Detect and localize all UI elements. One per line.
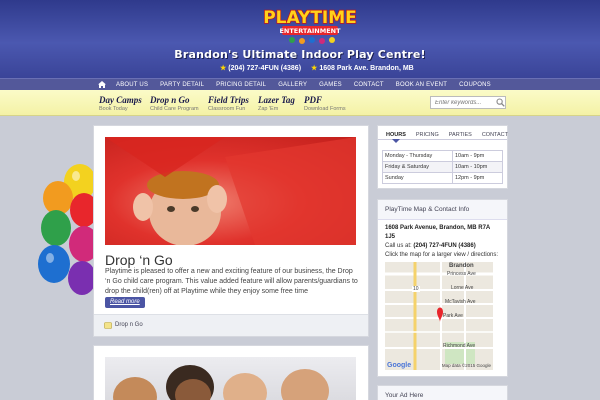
hours-widget: HOURS PRICING PARTIES CONTACT Monday - T… [377,125,508,189]
table-row: Friday & Saturday 10am - 10pm [382,161,504,173]
hours-time: 10am - 9pm [451,150,504,162]
header-contact: ★ (204) 727-4FUN (4386) ★ 1608 Park Ave. B… [220,64,414,72]
location-map[interactable]: Brandon Princess Ave Lorne Ave McTavish … [385,262,493,370]
home-icon[interactable] [96,80,108,90]
widget-phone: Call us at: (204) 727-4FUN (4386) [378,242,507,250]
post-excerpt: Playtime is pleased to offer a new and e… [105,268,358,295]
widget-address: 1608 Park Avenue, Brandon, MB R7A 1J5 [385,225,491,240]
subnav-pdf[interactable]: PDF Download Forms [304,95,346,112]
map-attribution: Map data ©2015 Google [441,363,491,368]
hours-day: Sunday [382,172,453,184]
map-label-princess: Princess Ave [447,271,476,277]
table-row: Sunday 12pm - 9pm [382,172,504,184]
table-row: Monday - Thursday 10am - 9pm [382,150,504,162]
balloons-decoration [38,164,96,295]
logo-line1: PLAYTIME [263,8,357,28]
site-header: PLAYTIME ENTERTAINMENT Brandon's Ultimat… [0,0,600,78]
star-icon: ★ [311,65,318,72]
call-label: Call us at: [385,243,412,249]
subnav-desc: Book Today [99,106,128,112]
info-tabs: HOURS PRICING PARTIES CONTACT [378,126,508,140]
logo-line2: ENTERTAINMENT [279,27,341,35]
nav-book-an-event[interactable]: BOOK AN EVENT [390,82,453,88]
subnav-title: Day Camps [99,95,142,105]
ad-title: Your Ad Here [378,386,507,400]
subnav-drop-n-go[interactable]: Drop n Go Child Care Program [150,95,199,112]
read-more-button[interactable]: Read more [105,297,145,308]
nav-games[interactable]: GAMES [313,82,348,88]
nav-coupons[interactable]: COUPONS [453,82,497,88]
subnav-day-camps[interactable]: Day Camps Book Today [99,95,142,112]
sub-nav: Day Camps Book Today Drop n Go Child Car… [0,90,600,116]
map-label-lorne: Lorne Ave [451,285,474,291]
header-phone-text: (204) 727-4FUN (4386) [228,65,302,72]
child-peeking-image [105,137,356,245]
map-label-park: Park Ave [443,313,463,319]
folder-icon [104,322,112,329]
google-logo: Google [387,362,412,369]
subnav-desc: Classroom Fun [208,106,246,112]
post-card: Drop ‘n Go Playtime is pleased to offer … [93,125,369,337]
nav-party-detail[interactable]: PARTY DETAIL [154,82,210,88]
header-address: ★ 1608 Park Ave. Brandon, MB [311,64,414,72]
hours-day: Monday - Thursday [382,150,453,162]
tab-hours[interactable]: HOURS [386,131,406,139]
subnav-title: Drop n Go [150,95,190,105]
subnav-desc: Zap 'Em [258,106,279,112]
hours-time: 12pm - 9pm [451,172,504,184]
hours-day: Friday & Saturday [382,161,453,173]
post-2-hero-image[interactable] [105,357,356,400]
children-group-image [113,365,329,400]
subnav-title: Lazer Tag [258,95,295,105]
widget-title: PlayTime Map & Contact Info [378,200,507,220]
hours-time: 10am - 10pm [451,161,504,173]
subnav-title: PDF [304,95,322,105]
active-tab-indicator [392,139,400,143]
call-number: (204) 727-4FUN (4386) [413,243,476,249]
header-address-text: 1608 Park Ave. Brandon, MB [319,65,414,72]
hours-table: Monday - Thursday 10am - 9pm Friday & Sa… [382,150,504,184]
nav-gallery[interactable]: GALLERY [272,82,313,88]
subnav-lazer-tag[interactable]: Lazer Tag Zap 'Em [258,95,295,112]
subnav-desc: Child Care Program [150,106,199,112]
header-phone: ★ (204) 727-4FUN (4386) [220,64,301,72]
post-footer: Drop n Go [94,314,368,336]
post-card-2 [93,345,369,400]
map-roads [385,262,493,370]
playtime-logo[interactable]: PLAYTIME ENTERTAINMENT [252,6,368,46]
search-icon[interactable] [496,98,505,107]
tab-parties[interactable]: PARTIES [449,131,472,139]
subnav-desc: Download Forms [304,106,346,112]
nav-contact[interactable]: CONTACT [348,82,390,88]
star-icon: ★ [220,65,227,72]
map-label-richmond: Richmond Ave [443,343,476,349]
ad-widget: Your Ad Here [377,385,508,400]
post-hero-image[interactable] [105,137,356,245]
main-nav: ABOUT US PARTY DETAIL PRICING DETAIL GAL… [0,78,600,90]
post-title[interactable]: Drop ‘n Go [105,252,173,268]
subnav-field-trips[interactable]: Field Trips Classroom Fun [208,95,249,112]
nav-pricing-detail[interactable]: PRICING DETAIL [210,82,272,88]
map-label-mctavish: McTavish Ave [445,299,476,305]
subnav-title: Field Trips [208,95,249,105]
site-tagline: Brandon's Ultimate Indoor Play Centre! [174,48,426,61]
tab-contact[interactable]: CONTACT [482,131,508,139]
search-input[interactable] [430,96,506,109]
map-hint: Click the map for a larger view / direct… [385,252,499,258]
category-link[interactable]: Drop n Go [115,322,143,328]
map-label-highway: 10 [412,286,420,292]
tab-pricing[interactable]: PRICING [416,131,439,139]
map-label-city: Brandon [449,263,474,269]
map-contact-widget: PlayTime Map & Contact Info 1608 Park Av… [377,199,508,377]
nav-about-us[interactable]: ABOUT US [110,82,154,88]
